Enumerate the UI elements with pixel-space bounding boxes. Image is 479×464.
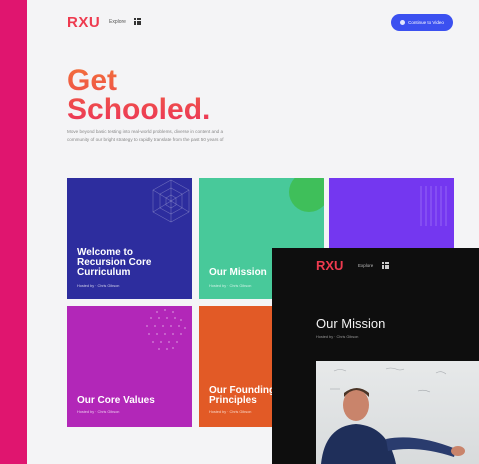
card-subtitle: Hosted by · Chris Gibson	[209, 284, 252, 288]
hero-title-line2: Schooled.	[67, 93, 211, 126]
video-page-explore-link[interactable]: Explore	[358, 263, 373, 268]
hero-heading: Get Schooled.	[67, 66, 210, 124]
card-subtitle: Hosted by · Chris Gibson	[77, 284, 120, 288]
course-card-welcome[interactable]: Welcome to Recursion Core Curriculum Hos…	[67, 178, 192, 299]
video-page-grid-menu-icon[interactable]	[382, 262, 390, 270]
card-title: Welcome to Recursion Core Curriculum	[77, 247, 152, 278]
dotted-sphere-pattern-icon	[146, 309, 186, 350]
hexagon-pattern-icon	[152, 179, 190, 223]
stripes-pattern-icon	[420, 186, 447, 226]
presenter-video-frame	[321, 367, 465, 464]
logo[interactable]: RXU	[67, 14, 100, 31]
hero-description: Move beyond basic testing into real-worl…	[67, 129, 224, 142]
top-nav: RXU Explore Continue to Video	[67, 14, 467, 34]
card-subtitle: Hosted by · Chris Gibson	[77, 410, 120, 414]
course-card-core-values[interactable]: Our Core Values Hosted by · Chris Gibson	[67, 306, 192, 427]
video-page-subtitle: Hosted by · Chris Gibson	[316, 335, 359, 339]
card-subtitle: Hosted by · Chris Gibson	[209, 410, 252, 414]
grid-menu-icon[interactable]	[134, 18, 142, 26]
video-page-title: Our Mission	[316, 316, 386, 331]
continue-button-label: Continue to Video	[408, 20, 444, 25]
play-icon	[400, 20, 406, 25]
card-title: Our Core Values	[77, 395, 155, 406]
continue-button[interactable]: Continue to Video	[391, 14, 453, 31]
circle-shape-icon	[289, 178, 324, 212]
card-title: Our Mission	[209, 267, 267, 278]
video-player[interactable]	[316, 361, 479, 464]
video-page-window[interactable]: RXU Explore Our Mission Hosted by · Chri…	[272, 248, 479, 464]
explore-link[interactable]: Explore	[109, 19, 126, 25]
video-page-logo[interactable]: RXU	[316, 258, 343, 273]
